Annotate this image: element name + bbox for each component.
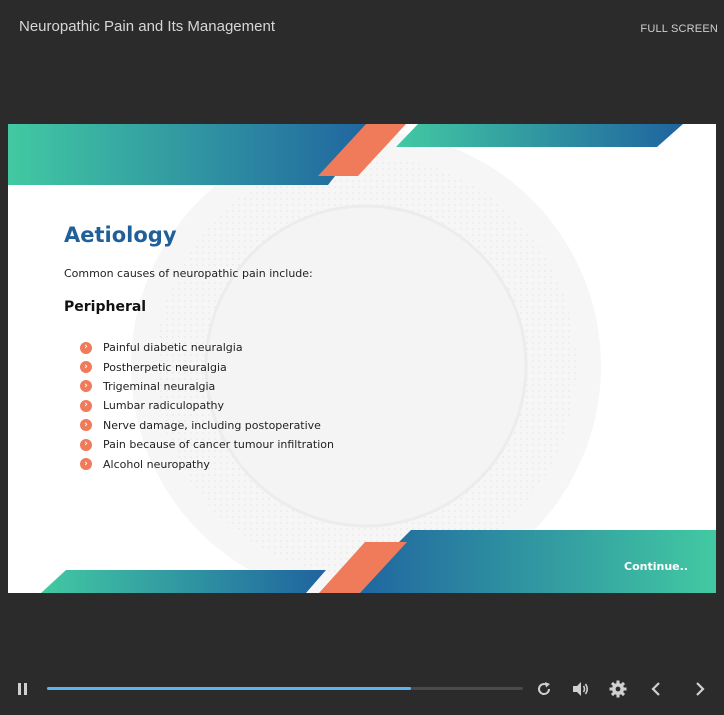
list-item: › Painful diabetic neuralgia: [80, 338, 334, 357]
progress-fill: [47, 687, 412, 690]
slide-subheading: Peripheral: [64, 299, 147, 315]
continue-button[interactable]: Continue..: [624, 560, 688, 573]
slide-heading: Aetiology: [64, 223, 177, 247]
list-item-label: Painful diabetic neuralgia: [103, 341, 243, 355]
list-item-label: Lumbar radiculopathy: [103, 399, 224, 413]
replay-icon[interactable]: [536, 681, 552, 697]
list-item: › Postherpetic neuralgia: [80, 357, 334, 376]
next-icon[interactable]: [694, 681, 706, 697]
list-item-label: Postherpetic neuralgia: [103, 360, 227, 374]
chevron-right-icon: ›: [80, 419, 92, 432]
bullet-list: › Painful diabetic neuralgia › Postherpe…: [80, 338, 334, 474]
slide-intro: Common causes of neuropathic pain includ…: [64, 267, 313, 280]
player-controls: [0, 670, 724, 710]
list-item-label: Nerve damage, including postoperative: [103, 418, 321, 432]
chevron-right-icon: ›: [80, 458, 92, 471]
previous-icon[interactable]: [650, 681, 662, 697]
list-item-label: Alcohol neuropathy: [103, 457, 210, 471]
course-title: Neuropathic Pain and Its Management: [19, 18, 275, 35]
settings-icon[interactable]: [609, 680, 627, 698]
slide: Aetiology Common causes of neuropathic p…: [8, 124, 716, 593]
chevron-right-icon: ›: [80, 361, 92, 374]
list-item: › Alcohol neuropathy: [80, 454, 334, 473]
list-item: › Lumbar radiculopathy: [80, 396, 334, 415]
pause-icon[interactable]: [17, 682, 29, 696]
list-item: › Pain because of cancer tumour infiltra…: [80, 435, 334, 454]
chevron-right-icon: ›: [80, 341, 92, 354]
list-item-label: Trigeminal neuralgia: [103, 379, 216, 393]
volume-icon[interactable]: [572, 681, 590, 697]
fullscreen-button[interactable]: FULL SCREEN: [640, 23, 718, 35]
list-item: › Trigeminal neuralgia: [80, 377, 334, 396]
list-item: › Nerve damage, including postoperative: [80, 416, 334, 435]
chevron-right-icon: ›: [80, 438, 92, 451]
chevron-right-icon: ›: [80, 399, 92, 412]
chevron-right-icon: ›: [80, 380, 92, 393]
list-item-label: Pain because of cancer tumour infiltrati…: [103, 438, 334, 452]
progress-bar[interactable]: [47, 687, 523, 690]
